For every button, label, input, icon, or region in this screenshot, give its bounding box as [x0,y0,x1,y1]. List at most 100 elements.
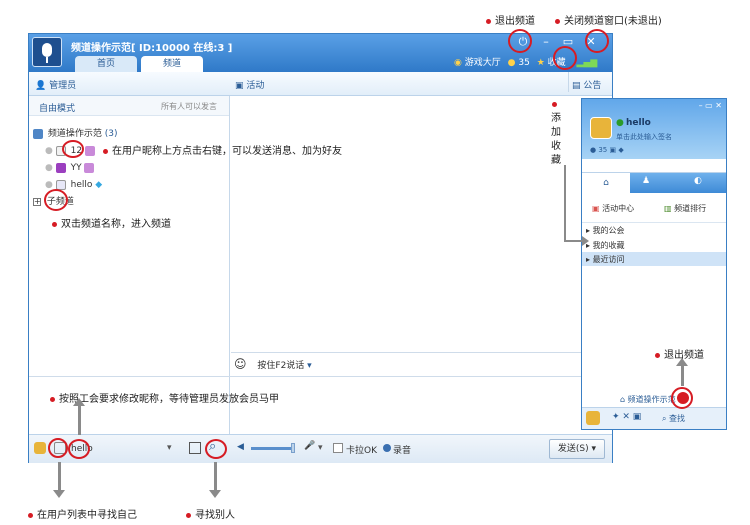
user-row[interactable]: ● YY [33,160,228,177]
star-icon: ★ [536,58,545,68]
arrow-find-self [58,462,61,492]
annotation-find-others: 寻找别人 [186,506,235,521]
list-label: 我的收藏 [592,241,625,250]
ptt-label: 按住F2说话 [257,361,305,371]
mini-nickname: hello [626,118,651,128]
admin-icon: 👤 [35,81,47,91]
highlight-nickname [68,439,90,459]
status-dot-icon: ● [45,163,53,173]
minimize-button[interactable]: – [536,34,556,50]
record-icon[interactable] [383,444,391,452]
mini-window-controls[interactable]: – ▭ ✕ [699,101,722,110]
online-status-icon[interactable]: ● [616,118,624,128]
tile-activity[interactable]: ▣ 活动中心 [592,203,634,214]
tab-home[interactable]: 首页 [75,56,137,72]
highlight-subchannel [44,189,68,211]
annotation-text: 添加收藏 [551,113,561,166]
mic-icon[interactable]: 🎤 [304,441,315,451]
karaoke-checkbox[interactable] [333,443,343,453]
status-dot-icon: ● [45,146,53,156]
avatar[interactable] [586,411,600,425]
volume-handle[interactable] [291,443,295,453]
user-icon [55,179,66,190]
activity-button[interactable]: ▣ 活动 [235,78,264,91]
annotation-exit-channel: 退出频道 [486,12,535,27]
annotation-double-click: 双击频道名称，进入频道 [52,215,171,230]
tile-label: 活动中心 [602,204,635,213]
app-logo-icon [32,37,62,67]
volume-slider[interactable] [251,447,291,450]
user-icon[interactable]: ♟ [642,176,650,186]
speaker-icon[interactable]: ◀ [237,442,244,452]
record-label: 录音 [393,446,412,456]
game-lobby-link[interactable]: 游戏大厅 [465,58,501,68]
channel-root[interactable]: 频道操作示范 (3) [33,126,228,143]
list-item[interactable]: ▸ 我的收藏 [586,240,625,251]
mini-search[interactable]: ⌕ 查找 [662,413,685,424]
mode-status: 所有人可以发言 [161,102,217,111]
arrow-find-others [214,462,217,492]
announce-label: 公告 [583,81,602,91]
current-channel[interactable]: ⌂ 频道操作示范 [620,394,676,405]
channel-icon: ⌂ [620,395,626,404]
annotation-text: 寻找别人 [195,510,235,521]
push-to-talk[interactable]: ☺ 按住F2说话 ▾ [234,357,312,371]
tab-channel[interactable]: 频道 [141,56,203,72]
highlight-locate-self [48,438,68,458]
message-input[interactable] [29,376,612,434]
arrowhead [209,490,221,498]
annotation-text: 关闭频道窗口(未退出) [564,16,662,27]
list-item[interactable]: ▸ 最近访问 [582,252,726,266]
expand-icon[interactable]: + [33,198,41,206]
toolbar-divider [568,72,569,92]
highlight-search [205,439,227,459]
vip-badge-icon [84,162,95,173]
list-label: 我的公会 [592,226,625,235]
mode-bar: 自由模式 所有人可以发言 [29,96,229,116]
current-channel-name: 频道操作示范 [627,395,676,404]
user-nickname[interactable]: YY [71,163,82,173]
user-nickname[interactable]: hello [71,180,93,190]
channel-count: (3) [104,129,118,139]
highlight-mini-exit [671,387,693,409]
apps-icon[interactable]: ◐ [694,176,702,186]
annotation-text: 退出频道 [495,16,535,27]
mini-window: – ▭ ✕ ● hello 单击此处输入签名 ● 35 ▣ ◆ ⌂ ♟ ◐ ▣ … [581,98,727,430]
avatar[interactable] [590,117,612,139]
announce-icon: ▤ [572,81,581,91]
coin-count: 35 [518,58,530,68]
tools-icon[interactable]: ✦ ✕ ▣ [612,412,641,422]
arrow-rename [78,405,81,435]
chevron-down-icon[interactable]: ▾ [318,443,323,453]
game-lobby-icon: ◉ [454,58,462,68]
channel-name: 频道操作示范 [47,129,102,139]
mini-coin-count: 35 [598,146,608,154]
tile-ranking[interactable]: ▥ 频道排行 [664,203,706,214]
home-icon [33,128,43,139]
activity-icon: ▣ [235,81,244,91]
mini-divider [582,222,726,223]
arrowhead [53,490,65,498]
send-button[interactable]: 发送(S) ▾ [549,439,605,459]
admin-button[interactable]: 👤 管理员 [35,78,76,91]
admin-label: 管理员 [49,81,77,91]
smiley-icon[interactable]: ☺ [234,357,247,371]
avatar[interactable] [34,442,46,454]
edit-icon[interactable] [189,442,201,454]
karaoke-label: 卡拉OK [346,446,377,456]
mini-search-box[interactable] [582,159,726,173]
signature-field[interactable]: 单击此处输入签名 [616,132,672,142]
mode-selector[interactable]: 自由模式 [39,101,75,114]
home-icon[interactable]: ⌂ [582,173,630,193]
announce-button[interactable]: ▤ 公告 [572,78,601,91]
list-label: 最近访问 [592,255,625,264]
chevron-down-icon[interactable]: ▾ [167,443,172,453]
list-item[interactable]: ▸ 我的公会 [586,225,625,236]
chevron-down-icon[interactable]: ▾ [307,361,312,371]
channel-toolbar: 👤 管理员 ▣ 活动 ▤ 公告 [29,72,612,96]
ranking-icon: ▥ [664,204,672,213]
annotation-text: 按照工会要求修改昵称，等待管理员发放会员马甲 [59,394,279,405]
coin-icon: ● [507,58,516,68]
highlight-favorite [553,46,577,70]
annotation-text: 在用户列表中寻找自己 [37,510,137,521]
